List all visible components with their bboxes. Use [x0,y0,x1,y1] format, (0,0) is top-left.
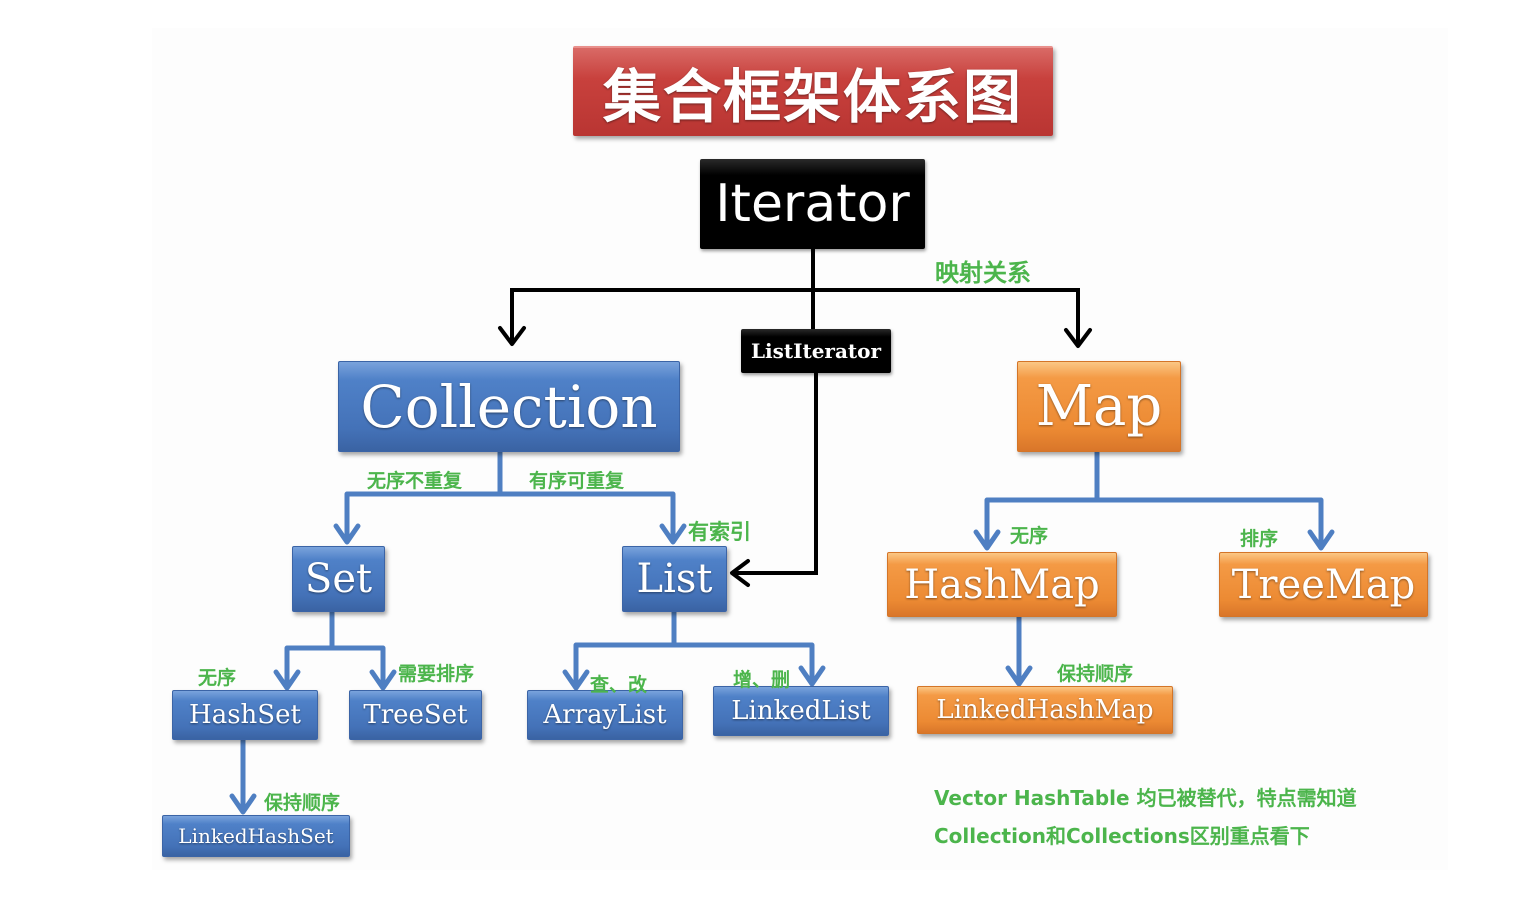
node-iterator: Iterator [700,159,925,249]
label-unordered-no-duplicates: 无序不重复 [367,470,463,492]
node-map: Map [1017,361,1181,452]
node-linkedlist: LinkedList [713,686,889,736]
node-collection: Collection [338,361,680,452]
node-set: Set [292,546,385,612]
collection-to-set [344,491,500,540]
node-linkedhashset: LinkedHashSet [162,815,350,857]
label-set-unordered: 无序 [198,667,237,689]
node-treeset: TreeSet [349,690,482,740]
label-mapping-relation: 映射关系 [935,259,1031,287]
node-hashset: HashSet [172,690,318,740]
label-query-modify: 查、改 [590,674,648,696]
node-linkedhashmap: LinkedHashMap [917,686,1173,734]
label-map-keeps-order: 保持顺序 [1057,663,1134,685]
node-arraylist: ArrayList [527,690,683,740]
label-map-unordered: 无序 [1010,525,1049,547]
node-hashmap: HashMap [887,552,1117,617]
label-ordered-duplicates: 有序可重复 [529,470,625,492]
map-to-treemap [1097,497,1324,546]
note-legacy-classes: Vector HashTable 均已被替代，特点需知道 [934,786,1357,810]
collection-to-list [500,491,676,540]
label-needs-sorting: 需要排序 [398,663,475,685]
label-map-sorted: 排序 [1240,528,1279,550]
node-list-iterator: ListIterator [741,329,891,373]
node-treemap: TreeMap [1219,552,1428,617]
diagram-title: 集合框架体系图 [573,46,1053,136]
label-add-delete: 增、删 [733,669,791,691]
node-list: List [622,546,727,612]
label-indexed: 有索引 [688,520,751,544]
blue-connectors [240,452,1324,810]
label-set-keeps-order: 保持顺序 [264,792,341,814]
note-collection-vs-collections: Collection和Collections区别重点看下 [934,824,1310,848]
